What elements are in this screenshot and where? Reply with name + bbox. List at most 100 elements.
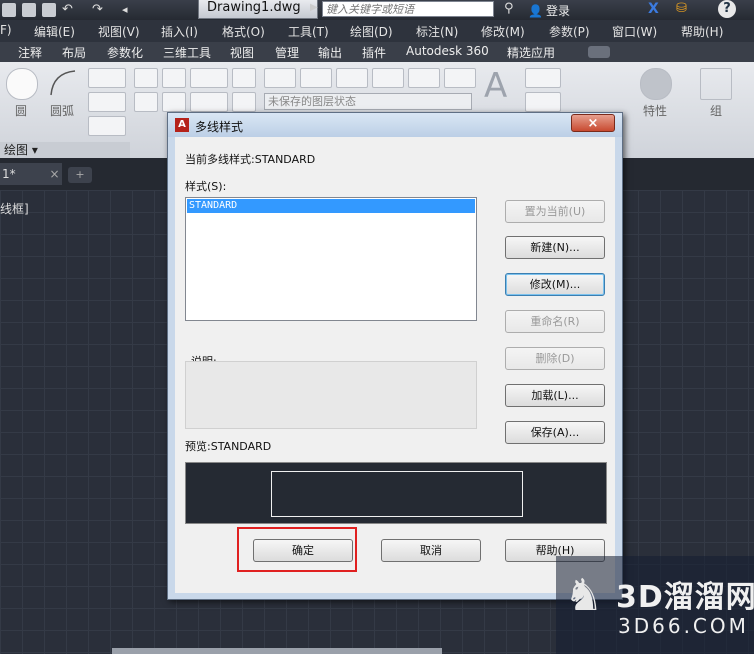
login-label: 登录 — [545, 4, 570, 18]
layer-match-icon[interactable] — [444, 68, 476, 88]
share-icon[interactable]: ◂ — [122, 3, 136, 17]
viewport-style-label[interactable]: 线框] — [0, 200, 29, 217]
rectangle-tool-icon[interactable] — [88, 68, 126, 88]
leader-tool-icon[interactable] — [525, 92, 561, 112]
search-input[interactable]: 键入关键字或短语 — [322, 1, 494, 17]
user-icon: 👤 — [528, 3, 543, 18]
draw-panel-title: 绘图 — [4, 143, 29, 157]
text-tool-icon[interactable]: A — [484, 66, 507, 106]
dialog-body: 当前多线样式:STANDARD 样式(S): STANDARD 说明: 预览:S… — [175, 137, 615, 593]
document-tab[interactable]: 1* × — [0, 163, 62, 185]
watermark-url: 3D66.COM — [618, 614, 749, 638]
arc-tool-icon[interactable] — [48, 68, 78, 98]
tab-parametric[interactable]: 参数化 — [107, 44, 143, 61]
delete-button[interactable]: 删除(D) — [505, 347, 605, 370]
trim-tool-icon[interactable] — [190, 68, 228, 88]
save-button[interactable]: 保存(A)... — [505, 421, 605, 444]
layer-off-icon[interactable] — [372, 68, 404, 88]
title-bar: ↶ ↷ ◂ Drawing1.dwg ▶ 键入关键字或短语 ⚲ 👤 登录 X ⛁… — [0, 0, 754, 20]
tab-view[interactable]: 视图 — [230, 44, 254, 61]
move-tool-icon[interactable] — [134, 68, 158, 88]
binoculars-icon[interactable]: ⚲ — [504, 1, 514, 16]
search-arrow-icon[interactable]: ▶ — [310, 2, 318, 13]
draw-panel-label[interactable]: 绘图 ▾ — [0, 142, 130, 158]
list-item[interactable]: STANDARD — [187, 199, 475, 213]
menu-parametric[interactable]: 参数(P) — [549, 23, 590, 40]
preview-multiline — [271, 471, 523, 517]
document-tab-label: 1* — [2, 167, 16, 181]
app-store-icon[interactable]: ⛁ — [676, 1, 687, 16]
group-tool-icon[interactable] — [700, 68, 732, 100]
ribbon-tab-bar: 注释 布局 参数化 三维工具 视图 管理 输出 插件 Autodesk 360 … — [0, 42, 754, 62]
layer-freeze-icon[interactable] — [336, 68, 368, 88]
close-tab-icon[interactable]: × — [49, 167, 59, 181]
close-icon[interactable]: × — [571, 114, 615, 132]
rename-button[interactable]: 重命名(R) — [505, 310, 605, 333]
circle-label: 圆 — [15, 104, 28, 118]
watermark-title: 3D溜溜网 — [616, 580, 754, 615]
horizontal-scrollbar[interactable] — [112, 648, 442, 654]
mirror-tool-icon[interactable] — [162, 92, 186, 112]
menu-tools[interactable]: 工具(T) — [288, 23, 329, 40]
hatch-tool-icon[interactable] — [88, 116, 126, 136]
tab-output[interactable]: 输出 — [318, 44, 342, 61]
circle-tool-icon[interactable] — [6, 68, 38, 100]
block-tool-icon[interactable] — [574, 68, 614, 104]
ellipse-tool-icon[interactable] — [88, 92, 126, 112]
menu-file[interactable]: F) — [0, 23, 12, 37]
rotate-tool-icon[interactable] — [162, 68, 186, 88]
new-tab-icon[interactable]: + — [68, 167, 92, 183]
help-icon[interactable]: ? — [718, 0, 736, 18]
chevron-down-icon: ▾ — [31, 143, 38, 157]
layer-state-dropdown[interactable]: 未保存的图层状态 — [264, 93, 472, 110]
save-icon[interactable] — [2, 3, 16, 17]
dimension-tool-icon[interactable] — [525, 68, 561, 88]
menu-insert[interactable]: 插入(I) — [161, 23, 198, 40]
save-as-icon[interactable] — [22, 3, 36, 17]
undo-icon[interactable]: ↶ — [62, 3, 76, 17]
explode-tool-icon[interactable] — [232, 92, 256, 112]
plot-icon[interactable] — [42, 3, 56, 17]
menu-draw[interactable]: 绘图(D) — [350, 23, 393, 40]
new-button[interactable]: 新建(N)... — [505, 236, 605, 259]
tab-plugins[interactable]: 插件 — [362, 44, 386, 61]
menu-window[interactable]: 窗口(W) — [612, 23, 657, 40]
copy-tool-icon[interactable] — [134, 92, 158, 112]
tab-manage[interactable]: 管理 — [275, 44, 299, 61]
cancel-button[interactable]: 取消 — [381, 539, 481, 562]
menu-view[interactable]: 视图(V) — [98, 23, 140, 40]
erase-tool-icon[interactable] — [232, 68, 256, 88]
layer-properties-icon[interactable] — [264, 68, 296, 88]
autocad-logo-icon: A — [175, 118, 189, 132]
login-button[interactable]: 👤 登录 — [528, 2, 570, 19]
dialog-title-bar[interactable]: A 多线样式 × — [168, 113, 622, 137]
styles-label: 样式(S): — [185, 180, 227, 193]
minimize-ribbon-icon[interactable] — [588, 46, 610, 58]
deer-logo-icon: ♞ — [564, 570, 604, 621]
style-list[interactable]: STANDARD — [185, 197, 477, 321]
arc-label: 圆弧 — [50, 104, 75, 118]
exchange-icon[interactable]: X — [648, 1, 659, 17]
properties-label: 特性 — [643, 104, 668, 118]
tab-3d-tools[interactable]: 三维工具 — [163, 44, 211, 61]
dialog-title: 多线样式 — [195, 120, 244, 134]
tab-layout[interactable]: 布局 — [62, 44, 86, 61]
menu-format[interactable]: 格式(O) — [222, 23, 265, 40]
redo-icon[interactable]: ↷ — [92, 3, 106, 17]
set-current-button[interactable]: 置为当前(U) — [505, 200, 605, 223]
menu-edit[interactable]: 编辑(E) — [34, 23, 75, 40]
current-style-label: 当前多线样式:STANDARD — [185, 153, 316, 166]
tab-autodesk-360[interactable]: Autodesk 360 — [406, 44, 489, 58]
load-button[interactable]: 加载(L)... — [505, 384, 605, 407]
layer-lock-icon[interactable] — [408, 68, 440, 88]
tab-featured-apps[interactable]: 精选应用 — [507, 44, 555, 61]
menu-modify[interactable]: 修改(M) — [481, 23, 525, 40]
layer-isolate-icon[interactable] — [300, 68, 332, 88]
tab-annotate[interactable]: 注释 — [18, 44, 42, 61]
properties-tool-icon[interactable] — [640, 68, 672, 100]
menu-help[interactable]: 帮助(H) — [681, 23, 723, 40]
menu-dimension[interactable]: 标注(N) — [416, 23, 458, 40]
modify-button[interactable]: 修改(M)... — [505, 273, 605, 296]
multiline-style-dialog: A 多线样式 × 当前多线样式:STANDARD 样式(S): STANDARD… — [167, 112, 623, 600]
fillet-tool-icon[interactable] — [190, 92, 228, 112]
